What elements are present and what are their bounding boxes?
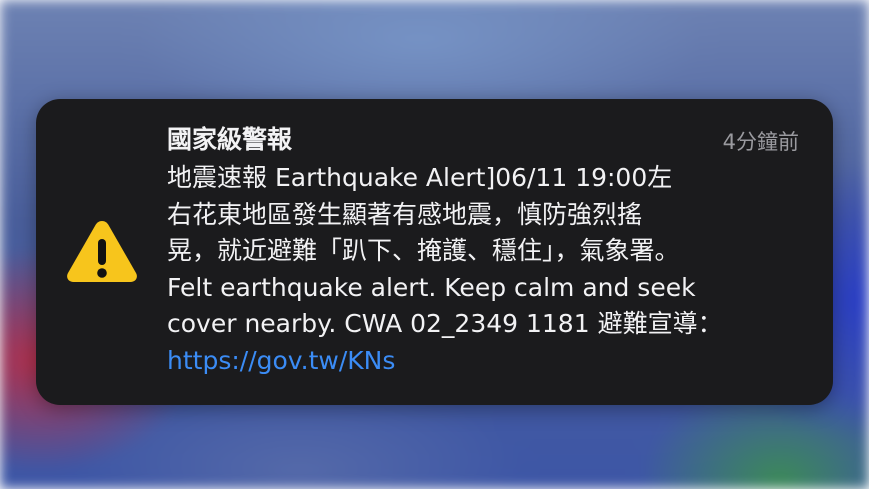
message-line: 地震速報 Earthquake Alert]06/11 19:00左	[167, 163, 673, 192]
alert-title: 國家級警報	[167, 125, 293, 154]
message-line: 右花東地區發生顯著有感地震，慎防強烈搖	[167, 199, 643, 229]
alert-message: 地震速報 Earthquake Alert]06/11 19:00左 右花東地區…	[167, 160, 807, 379]
warning-triangle-icon	[67, 221, 137, 282]
emergency-alert-notification[interactable]: 國家級警報 4分鐘前 地震速報 Earthquake Alert]06/11 1…	[36, 99, 833, 405]
message-line: cover nearby. CWA 02_2349 1181 避難宣導：	[167, 309, 723, 338]
message-line: 晃，就近避難「趴下、掩護、穩住」，氣象署。	[167, 236, 680, 265]
alert-timestamp: 4分鐘前	[722, 130, 799, 154]
message-line: Felt earthquake alert. Keep calm and see…	[167, 272, 696, 302]
evacuation-info-link[interactable]: https://gov.tw/KNs	[167, 343, 807, 380]
